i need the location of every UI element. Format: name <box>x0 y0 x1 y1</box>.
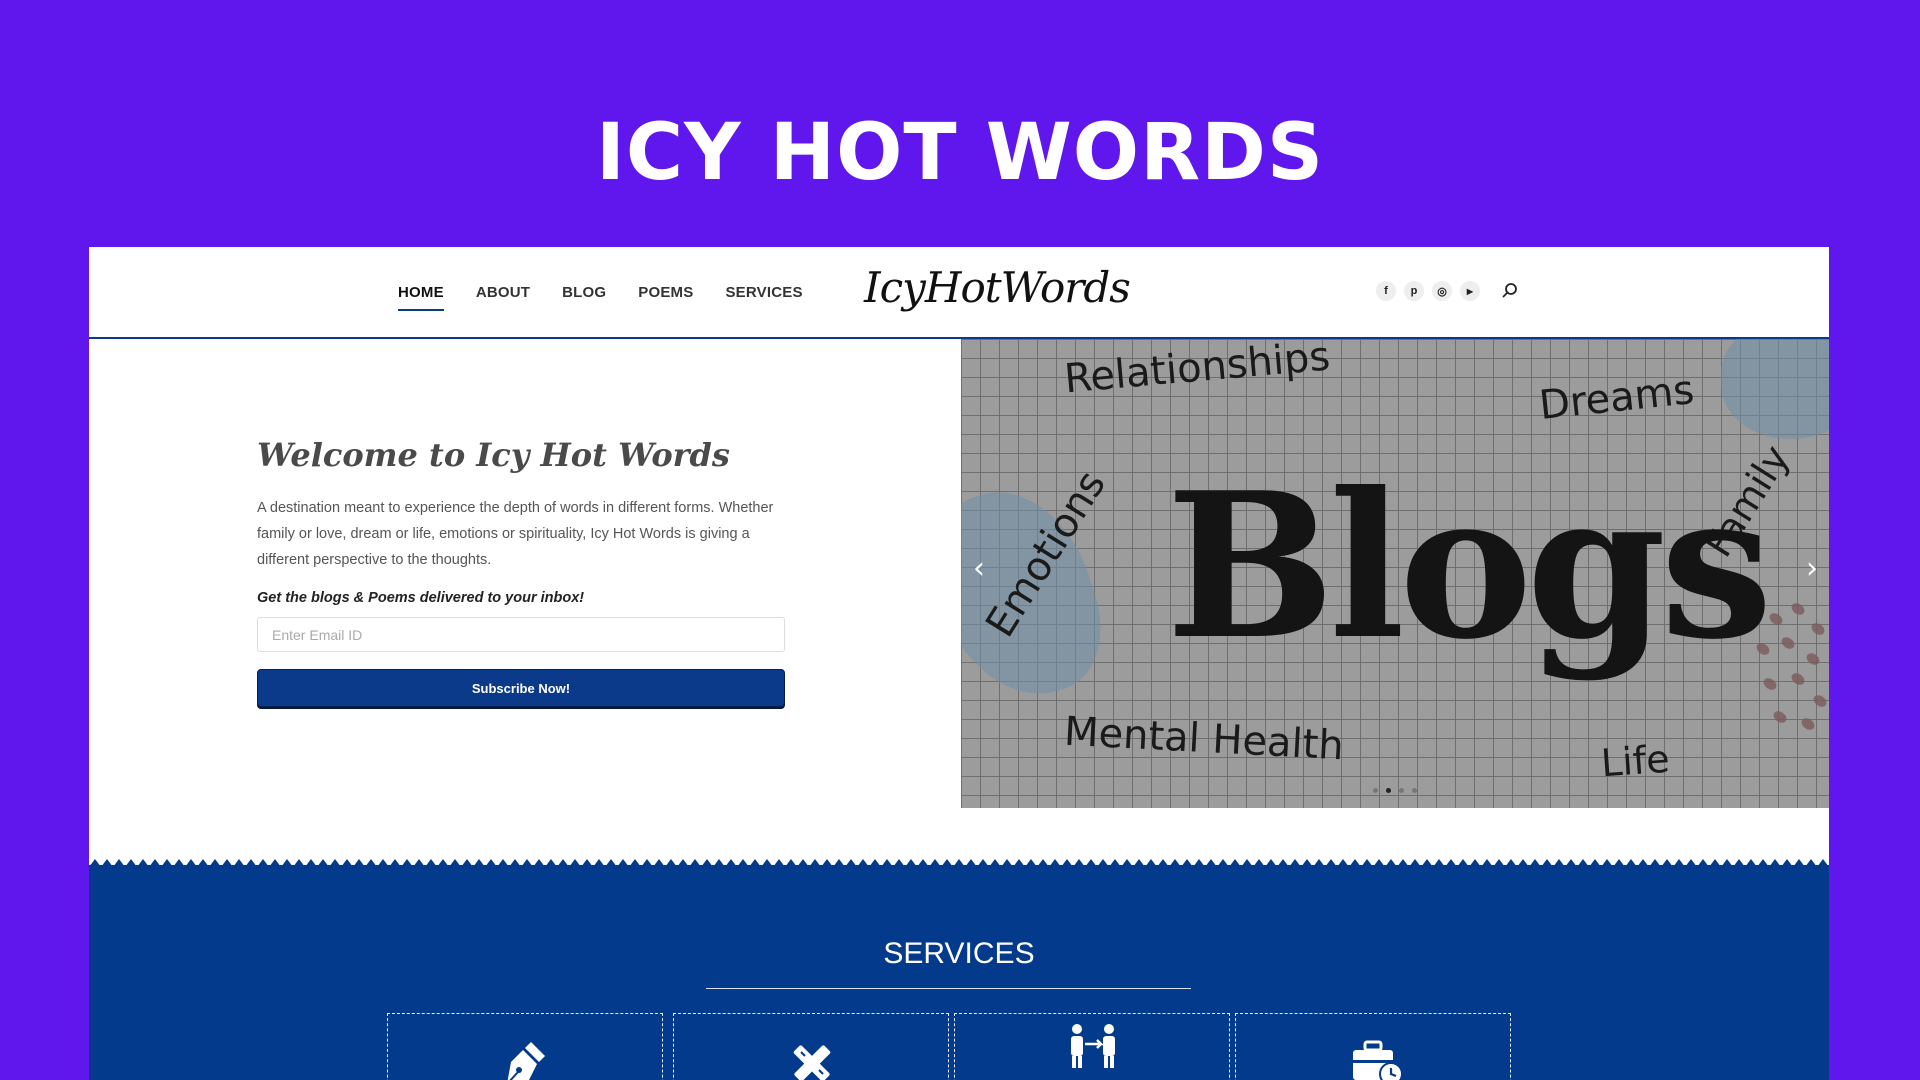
newsletter-cta: Get the blogs & Poems delivered to your … <box>257 590 585 606</box>
nav-poems[interactable]: POEMS <box>638 284 693 301</box>
nav-about[interactable]: ABOUT <box>476 284 530 301</box>
slider-dot[interactable] <box>1386 788 1391 793</box>
social-links: f p ◎ ▶ <box>1376 281 1480 301</box>
email-field[interactable] <box>257 617 785 652</box>
nav-home[interactable]: HOME <box>398 284 444 311</box>
slider-dot[interactable] <box>1399 788 1404 793</box>
service-card[interactable] <box>673 1013 949 1080</box>
nav-blog[interactable]: BLOG <box>562 284 606 301</box>
hero-slider: Relationships Dreams Family Emotions Men… <box>961 339 1829 808</box>
service-card[interactable] <box>1235 1013 1511 1080</box>
service-card[interactable] <box>954 1013 1230 1080</box>
services-section: SERVICES <box>89 865 1829 1080</box>
facebook-icon[interactable]: f <box>1376 281 1396 301</box>
slider-next-arrow[interactable]: › <box>1806 551 1818 586</box>
subscribe-button[interactable]: Subscribe Now! <box>257 669 785 707</box>
search-icon[interactable] <box>1500 281 1520 301</box>
hero-intro: A destination meant to experience the de… <box>257 500 774 568</box>
slide-word-life: Life <box>1599 736 1671 786</box>
site-header: HOME ABOUT BLOG POEMS SERVICES IcyHotWor… <box>89 247 1829 339</box>
nav-services[interactable]: SERVICES <box>725 284 802 301</box>
people-exchange-icon <box>1071 1024 1115 1068</box>
pen-nib-icon <box>507 1042 545 1080</box>
paint-blob <box>1721 339 1829 439</box>
youtube-icon[interactable]: ▶ <box>1460 281 1480 301</box>
website-screenshot: HOME ABOUT BLOG POEMS SERVICES IcyHotWor… <box>89 247 1829 1080</box>
slider-dot[interactable] <box>1412 788 1417 793</box>
services-divider <box>706 988 1191 989</box>
pencil-ruler-icon <box>793 1045 831 1080</box>
slider-pagination <box>1373 788 1417 793</box>
slide-word-dreams: Dreams <box>1537 367 1697 429</box>
slide-main-word: Blogs <box>1166 449 1773 684</box>
slide-word-mental-health: Mental Health <box>1062 708 1345 770</box>
briefcase-clock-icon <box>1353 1040 1403 1080</box>
pinterest-icon[interactable]: p <box>1404 281 1424 301</box>
hero-heading: Welcome to Icy Hot Words <box>257 436 730 474</box>
services-title: SERVICES <box>883 937 1035 970</box>
banner-title: ICY HOT WORDS <box>595 108 1325 198</box>
service-card[interactable] <box>387 1013 663 1080</box>
slider-dot[interactable] <box>1373 788 1378 793</box>
slide-word-relationships: Relationships <box>1062 339 1332 403</box>
instagram-icon[interactable]: ◎ <box>1432 281 1452 301</box>
main-nav: HOME ABOUT BLOG POEMS SERVICES <box>398 284 803 311</box>
slider-prev-arrow[interactable]: ‹ <box>973 551 985 586</box>
site-logo[interactable]: IcyHotWords <box>864 263 1131 312</box>
